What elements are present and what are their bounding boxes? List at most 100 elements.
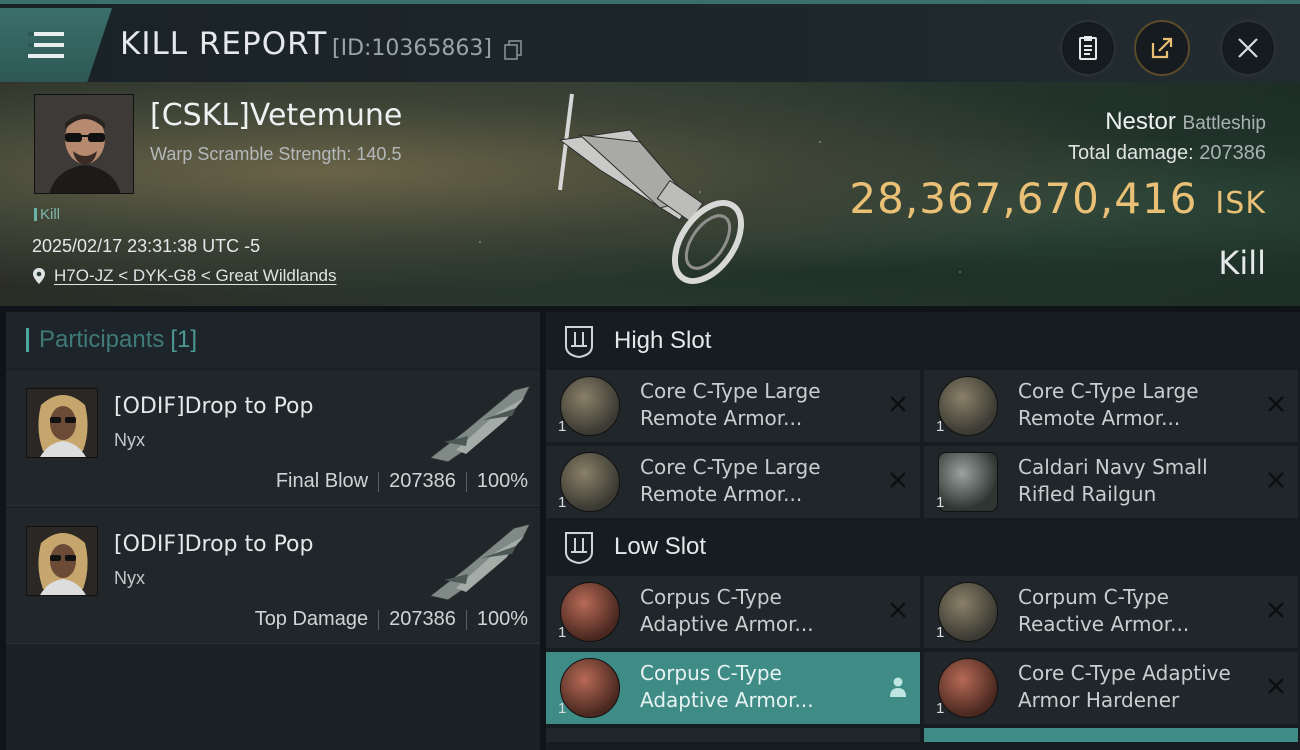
close-button[interactable] [1220, 20, 1276, 76]
module-name: Core C-Type Adaptive Armor Hardener [1018, 660, 1248, 714]
module-name-line: Remote Armor... [640, 406, 803, 430]
participant-name[interactable]: [ODIF]Drop to Pop [114, 532, 313, 557]
victim-name[interactable]: [CSKL]Vetemune [150, 98, 402, 133]
railgun-icon [938, 452, 998, 512]
victim-portrait[interactable] [34, 94, 134, 194]
module-card[interactable]: 1 Corpus C-Type Adaptive Armor... [546, 576, 920, 648]
victim-ship-render [558, 93, 745, 285]
module-name: Core C-Type Large Remote Armor... [1018, 378, 1248, 432]
module-quantity: 1 [558, 494, 567, 511]
participant-role: Final Blow [275, 470, 369, 492]
module-name: Core C-Type Large Remote Armor... [640, 378, 870, 432]
kill-tag-bar [34, 208, 37, 221]
clipboard-icon [1079, 36, 1097, 60]
module-quantity: 1 [558, 418, 567, 435]
total-damage: Total damage: 207386 [1068, 142, 1266, 165]
close-icon [1238, 38, 1258, 58]
clipboard-button[interactable] [1060, 20, 1116, 76]
ship-name: Nestor [1105, 108, 1176, 135]
participant-row[interactable]: i [ODIF]Drop to Pop Nyx Top Damage 20738… [6, 508, 540, 644]
kill-location[interactable]: H7O-JZ < DYK-G8 < Great Wildlands [32, 266, 336, 286]
armor-hardener-icon [938, 658, 998, 718]
participant-avatar[interactable]: i [26, 526, 98, 596]
module-card[interactable]: 1 Caldari Navy Small Rifled Railgun [924, 446, 1298, 518]
total-damage-label: Total damage: [1068, 142, 1194, 164]
module-card[interactable]: 1 Core C-Type Large Remote Armor... [546, 370, 920, 442]
isk-amount: 28,367,670,416 [849, 174, 1198, 223]
remote-armor-icon [560, 452, 620, 512]
high-slot-label: High Slot [614, 327, 712, 354]
isk-unit: ISK [1215, 186, 1266, 221]
module-card[interactable]: 1 Core C-Type Adaptive Armor Hardener [924, 652, 1298, 724]
module-name-line: Armor Hardener [1018, 688, 1180, 712]
warp-scramble-strength: Warp Scramble Strength: 140.5 [150, 144, 402, 164]
module-name-line: Corpus C-Type [640, 585, 782, 609]
low-slot-header: Low Slot [546, 518, 1300, 576]
participant-ship-icon [428, 523, 531, 601]
remote-armor-icon [560, 376, 620, 436]
module-name: Corpus C-Type Adaptive Armor... [640, 660, 870, 714]
hamburger-icon [28, 32, 64, 58]
participant-damage: 207386 [389, 608, 456, 630]
module-name-line: Core C-Type Large [640, 455, 821, 479]
module-quantity: 1 [558, 700, 567, 717]
module-name: Caldari Navy Small Rifled Railgun [1018, 454, 1248, 508]
module-name: Corpus C-Type Adaptive Armor... [640, 584, 870, 638]
participant-role: Top Damage [254, 608, 369, 630]
module-list-overflow [546, 728, 1300, 742]
module-name-line: Rifled Railgun [1018, 482, 1157, 506]
module-card[interactable]: 1 Corpum C-Type Reactive Armor... [924, 576, 1298, 648]
module-card-selected[interactable]: 1 Corpus C-Type Adaptive Armor... [546, 652, 920, 724]
module-name-line: Remote Armor... [1018, 406, 1181, 430]
participant-ship: Nyx [114, 568, 145, 588]
share-icon [1151, 37, 1173, 59]
destroyed-x-icon [890, 472, 906, 488]
pilot-avatar-icon [35, 95, 133, 193]
result-label: Kill [1218, 244, 1266, 282]
module-name-line: Reactive Armor... [1018, 612, 1190, 636]
participant-stats: Top Damage 207386 100% [255, 608, 528, 631]
participants-panel: Participants [1] i [ODIF]Drop to Pop Nyx… [6, 312, 540, 750]
module-card[interactable]: 1 Core C-Type Large Remote Armor... [546, 446, 920, 518]
kill-tag-label: Kill [40, 206, 61, 223]
destroyed-x-icon [1268, 602, 1284, 618]
menu-button[interactable] [0, 8, 112, 82]
low-slot-label: Low Slot [614, 533, 707, 560]
location-link[interactable]: H7O-JZ < DYK-G8 < Great Wildlands [54, 266, 336, 286]
divider [465, 471, 467, 492]
destroyed-x-icon [890, 602, 906, 618]
module-quantity: 1 [936, 624, 945, 641]
top-bar: KILL REPORT [ID:10365863] [0, 0, 1300, 82]
module-quantity: 1 [936, 494, 945, 511]
page-title: KILL REPORT [120, 26, 328, 62]
armor-hardener-icon [560, 582, 620, 642]
participant-avatar[interactable]: i [26, 388, 98, 458]
share-button[interactable] [1134, 20, 1190, 76]
module-card-partial[interactable] [924, 728, 1298, 742]
divider [378, 609, 380, 630]
participant-row[interactable]: i [ODIF]Drop to Pop Nyx Final Blow 20738… [6, 370, 540, 506]
victim-summary: [CSKL]Vetemune Warp Scramble Strength: 1… [0, 82, 1300, 306]
module-name-line: Remote Armor... [640, 482, 803, 506]
divider [465, 609, 467, 630]
participant-percent: 100% [476, 470, 528, 492]
participants-header: Participants [1] [6, 312, 540, 368]
participant-damage: 207386 [389, 470, 456, 492]
high-slot-icon [565, 326, 593, 358]
copy-icon[interactable] [504, 40, 522, 60]
participant-ship: Nyx [114, 430, 145, 450]
dropped-person-icon [890, 677, 906, 697]
participant-percent: 100% [476, 608, 528, 630]
divider [378, 471, 380, 492]
module-card[interactable]: 1 Core C-Type Large Remote Armor... [924, 370, 1298, 442]
participant-name[interactable]: [ODIF]Drop to Pop [114, 394, 313, 419]
module-card-partial[interactable] [546, 728, 920, 742]
victim-ship[interactable]: Nestor Battleship [1105, 108, 1266, 136]
destroyed-x-icon [1268, 396, 1284, 412]
kill-datetime: 2025/02/17 23:31:38 UTC -5 [32, 236, 261, 256]
isk-value: 28,367,670,416 ISK [849, 174, 1266, 223]
participants-title: Participants [39, 326, 165, 353]
participants-count: [1] [170, 326, 198, 353]
module-name: Core C-Type Large Remote Armor... [640, 454, 870, 508]
module-name: Corpum C-Type Reactive Armor... [1018, 584, 1248, 638]
